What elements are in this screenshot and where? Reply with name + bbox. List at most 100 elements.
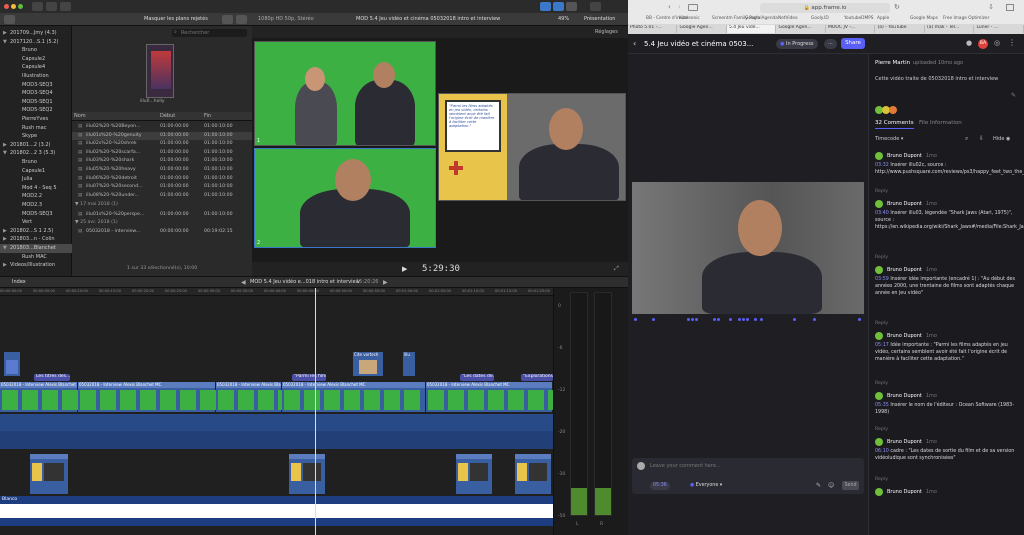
timeline-ruler[interactable]: 00:00:00:00 00:00:05:00 00:00:10:00 00:00:1… <box>0 288 553 296</box>
audio-clip-1[interactable] <box>0 414 553 432</box>
comment-timestamp[interactable]: 05:35 <box>875 403 890 408</box>
tabs-overview-icon[interactable] <box>1006 4 1014 11</box>
comment[interactable]: Bruno Dupont 1mo <box>875 488 1021 508</box>
fullscreen-icon[interactable]: ⤢ <box>614 265 619 273</box>
sidebar-item[interactable]: ▶ Videos/Illustration <box>0 261 72 270</box>
comment-timecode[interactable]: 05:36 <box>650 482 670 490</box>
title-clip-1[interactable]: Les titres des... <box>34 374 70 381</box>
sort-dropdown[interactable]: Timecode ▾ <box>875 136 903 142</box>
menu-icon[interactable]: ⋮ <box>1008 38 1016 47</box>
comment-marker[interactable] <box>712 318 716 321</box>
comment-timestamp[interactable]: 06:10 <box>875 449 890 454</box>
comment[interactable]: Bruno Dupont 1mo 06:10 cadre : "Les dates … <box>875 438 1021 488</box>
search-field[interactable]: ⌕ Rechercher <box>172 29 247 37</box>
browser-tab[interactable]: (a) - YouTube <box>876 25 925 33</box>
video-clip[interactable]: 05032018 - Interview Alexis Blanchet MC <box>282 382 425 412</box>
search-comments-icon[interactable]: ⌕ <box>965 135 968 143</box>
video-clip[interactable]: 05032018 - Interview Alexis Blanchet MC <box>216 382 294 412</box>
share-icon[interactable] <box>590 2 601 11</box>
browser-tab[interactable]: Luner - ... <box>975 25 1024 33</box>
key-icon[interactable] <box>46 2 57 11</box>
connected-clip-3[interactable]: illu <box>403 352 415 376</box>
video-player[interactable] <box>632 182 864 314</box>
comment-marker[interactable] <box>746 318 749 321</box>
emoji-icon[interactable]: ☺ <box>828 482 834 489</box>
favorite-link[interactable]: NetVideo <box>778 16 798 21</box>
zoom-dropdown[interactable]: 49% <box>558 16 569 22</box>
reload-icon[interactable]: ↻ <box>894 3 900 11</box>
comment-timestamp[interactable]: 03:32 <box>875 163 890 168</box>
comment-marker[interactable] <box>812 318 816 321</box>
comment-marker[interactable] <box>633 318 637 321</box>
browser-row[interactable]: ▤ illu02%20-%20Beyon... 01:00:00:00 01:00:1… <box>72 123 252 132</box>
play-icon[interactable]: ▶ <box>402 265 407 273</box>
favorite-link[interactable]: Gooly.ID <box>811 16 829 21</box>
title-clip-4[interactable]: "Explorations..." <box>521 374 553 381</box>
comment[interactable]: Bruno Dupont 1mo 03:40 Insérer illu03, lég… <box>875 200 1024 266</box>
comment-input[interactable]: Leave your comment here... <box>650 463 721 469</box>
browser-row[interactable]: ▤ illu02s%20-%20shrek 01:00:00:00 01:00:10:… <box>72 140 252 149</box>
reply-button[interactable]: Reply <box>875 476 888 483</box>
disclosure-icon[interactable]: ▼ <box>3 150 7 156</box>
comment[interactable]: Bruno Dupont 1mo 03:32 Insérer illu02c, so… <box>875 152 1024 200</box>
forward-arrow-icon[interactable]: ▶ <box>383 279 388 286</box>
disclosure-icon[interactable]: ▶ <box>3 228 7 234</box>
filter-dropdown[interactable]: Masquer les plans rejetés <box>144 16 208 22</box>
zoom-dot[interactable] <box>18 4 23 9</box>
libraries-toggle[interactable] <box>4 15 15 24</box>
favorite-link[interactable]: Kaaleonic <box>679 16 700 21</box>
share-button[interactable]: Share <box>841 38 865 49</box>
timecode-display[interactable]: 5:29:30 <box>422 264 460 274</box>
audience-dropdown[interactable]: ● Everyone ▾ <box>690 482 722 490</box>
disclosure-icon[interactable]: ▼ <box>3 245 7 251</box>
angle-2-panel[interactable]: 2 <box>254 148 436 248</box>
comment[interactable]: Bruno Dupont 1mo 05:17 Idée importante : "… <box>875 332 1021 392</box>
filmstrip-view-icon[interactable] <box>222 15 233 24</box>
viewer-settings-dropdown[interactable]: Réglages <box>595 29 618 35</box>
disclosure-icon[interactable]: ▶ <box>3 142 7 148</box>
reply-button[interactable]: Reply <box>875 188 888 195</box>
disclosure-icon[interactable]: ▶ <box>3 236 7 242</box>
storyline-clip[interactable] <box>30 454 68 494</box>
browser-tab[interactable]: Photo 5.01 -... <box>628 25 677 33</box>
favorite-link[interactable]: Apple <box>877 16 889 21</box>
column-name[interactable]: Nom <box>74 113 86 119</box>
layout-button-3[interactable] <box>566 2 577 11</box>
comment-timestamp[interactable]: 03:40 <box>875 211 890 216</box>
send-button[interactable]: Send <box>842 481 859 490</box>
browser-row[interactable]: ▤ 05032018 - interview... 00:00:00:00 00:19… <box>72 228 252 237</box>
tab-file-information[interactable]: File Information <box>919 120 962 126</box>
browser-tab[interactable]: Google Agen... <box>777 25 826 33</box>
audio-clip-2[interactable] <box>0 431 553 449</box>
playhead[interactable] <box>315 288 316 535</box>
layout-button-1[interactable] <box>540 2 551 11</box>
comment-marker[interactable] <box>793 318 797 321</box>
comment-marker[interactable] <box>687 318 691 321</box>
blank-clip[interactable]: Blanco <box>0 496 553 526</box>
browser-tab[interactable]: MOOC JV -... <box>826 25 875 33</box>
comment-marker[interactable] <box>753 318 757 321</box>
browser-row[interactable]: ▤ illu07%20-%20second... 01:00:00:00 01:00:… <box>72 183 252 192</box>
program-monitor[interactable]: "Parmi les films adaptés en jeu vidéo, c… <box>438 93 626 201</box>
list-view-icon[interactable] <box>236 15 247 24</box>
comment-marker[interactable] <box>858 318 862 321</box>
angle-1-panel[interactable]: 1 <box>254 41 436 146</box>
more-button[interactable]: ··· <box>824 39 837 49</box>
browser-row[interactable]: ▤ illu01s%20-%20genuity 01:00:00:00 01:00:1… <box>72 131 252 141</box>
minimize-dot[interactable] <box>11 4 16 9</box>
browser-row[interactable]: ▤ illu05%20-%20heavy 01:00:00:00 01:00:10:0… <box>72 166 252 175</box>
storyline-clip[interactable] <box>456 454 492 494</box>
disclosure-icon[interactable]: ▼ <box>3 39 7 45</box>
draw-icon[interactable]: ✎ <box>816 482 821 489</box>
browser-row[interactable]: ▤ illu03%20-%20shark 01:00:00:00 01:00:10:0… <box>72 157 252 166</box>
browser-tab[interactable]: 5.4 Jeu vidé... <box>727 25 776 33</box>
comment-marker[interactable] <box>716 318 720 321</box>
comment-timestamp[interactable]: 05:17 <box>875 343 890 348</box>
back-chevron-icon[interactable]: ‹ <box>633 39 636 48</box>
comment-marker[interactable] <box>690 318 694 321</box>
comment[interactable]: Bruno Dupont 1mo 03:59 Insérer idée import… <box>875 266 1021 332</box>
sidebar-toggle-icon[interactable] <box>688 4 698 11</box>
connected-clip-2[interactable]: Cite vortech <box>353 352 383 376</box>
download-icon[interactable]: ⇩ <box>988 3 994 11</box>
user-avatar[interactable]: BA <box>978 39 988 49</box>
